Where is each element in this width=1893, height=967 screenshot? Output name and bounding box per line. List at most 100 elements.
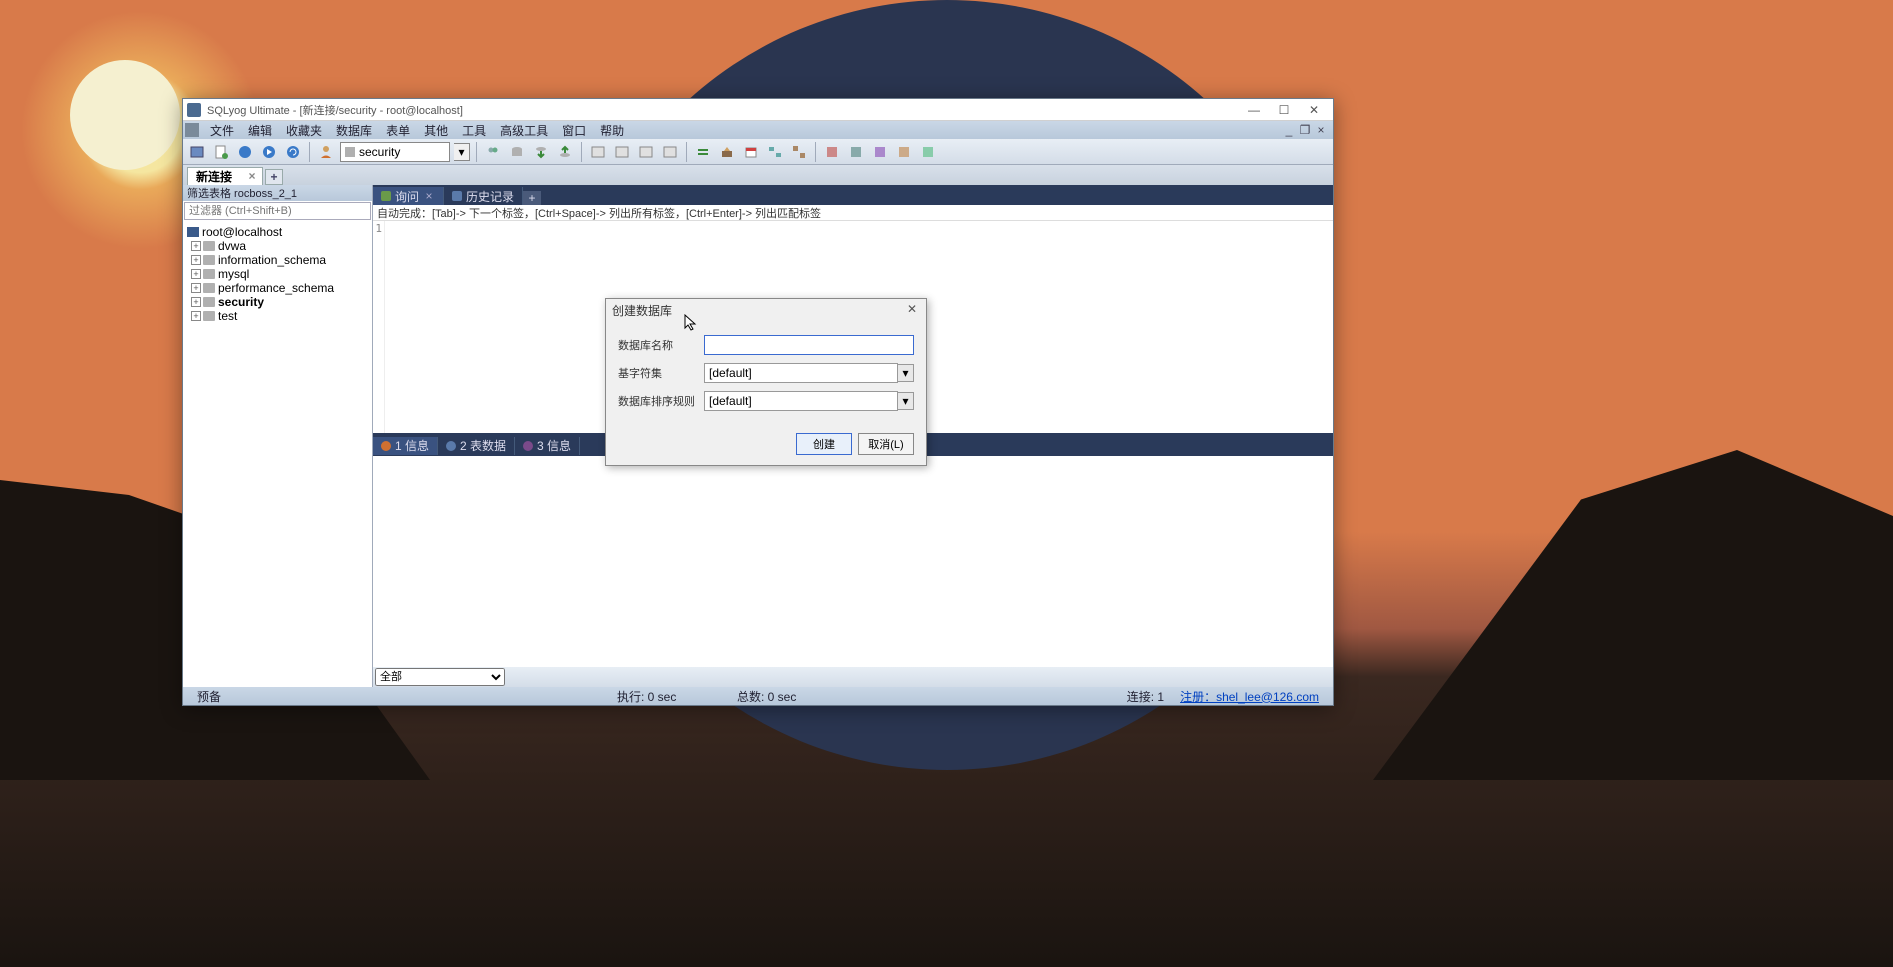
- menu-other[interactable]: 其他: [417, 122, 455, 139]
- filter-label: 筛选表格 rocboss_2_1: [183, 185, 372, 201]
- database-icon: [203, 255, 215, 265]
- collation-select-value: [default]: [709, 394, 752, 408]
- tree-host[interactable]: root@localhost: [185, 225, 370, 239]
- table-icon-4[interactable]: [660, 142, 680, 162]
- object-browser: 筛选表格 rocboss_2_1 root@localhost +dvwa+in…: [183, 185, 373, 687]
- export-icon[interactable]: [531, 142, 551, 162]
- database-selector-arrow[interactable]: ▾: [454, 143, 470, 161]
- mdi-restore-button[interactable]: ❐: [1299, 124, 1311, 136]
- user-icon[interactable]: [316, 142, 336, 162]
- menu-advanced-tools[interactable]: 高级工具: [493, 122, 555, 139]
- tree-db-security[interactable]: +security: [185, 295, 370, 309]
- maximize-button[interactable]: ☐: [1269, 100, 1299, 120]
- expand-icon[interactable]: +: [191, 311, 201, 321]
- titlebar: SQLyog Ultimate - [新连接/security - root@l…: [183, 99, 1333, 121]
- cancel-button[interactable]: 取消(L): [858, 433, 914, 455]
- database-selector[interactable]: security: [340, 142, 450, 162]
- tree-db-test[interactable]: +test: [185, 309, 370, 323]
- import-icon[interactable]: [555, 142, 575, 162]
- table-icon-2[interactable]: [612, 142, 632, 162]
- database-icon: [203, 311, 215, 321]
- results-panel: [373, 456, 1333, 668]
- status-ready: 预备: [189, 688, 609, 705]
- filter-input[interactable]: [184, 202, 371, 220]
- statusbar: 预备 执行: 0 sec 总数: 0 sec 连接: 1 注册：shel_lee…: [183, 687, 1333, 705]
- tree-db-dvwa[interactable]: +dvwa: [185, 239, 370, 253]
- copy-db-icon[interactable]: [507, 142, 527, 162]
- tab-history[interactable]: 历史记录: [444, 187, 523, 205]
- tree-db-performance_schema[interactable]: +performance_schema: [185, 281, 370, 295]
- schema-tree: root@localhost +dvwa+information_schema+…: [183, 221, 372, 687]
- database-icon: [203, 269, 215, 279]
- schedule-icon[interactable]: [741, 142, 761, 162]
- dialog-title: 创建数据库: [612, 302, 672, 319]
- refresh-icon[interactable]: [283, 142, 303, 162]
- globe-icon[interactable]: [235, 142, 255, 162]
- collation-label: 数据库排序规则: [618, 393, 704, 409]
- tree-db-mysql[interactable]: + mysql: [185, 267, 370, 281]
- expand-icon[interactable]: +: [191, 297, 201, 307]
- collation-select[interactable]: [default]: [704, 391, 898, 411]
- menu-edit[interactable]: 编辑: [241, 122, 279, 139]
- status-exec-time: 执行: 0 sec: [609, 688, 729, 705]
- dialog-close-button[interactable]: ✕: [904, 302, 920, 318]
- query-icon: [381, 191, 391, 201]
- menubar: 文件 编辑 收藏夹 数据库 表单 其他 工具 高级工具 窗口 帮助 _ ❐ ×: [183, 121, 1333, 139]
- menu-window[interactable]: 窗口: [555, 122, 593, 139]
- result-tab-info1[interactable]: 1 信息: [373, 437, 438, 455]
- menu-favorites[interactable]: 收藏夹: [279, 122, 329, 139]
- connection-tab[interactable]: 新连接 ×: [187, 167, 263, 185]
- tool-icon-4[interactable]: [894, 142, 914, 162]
- connection-tab-label: 新连接: [196, 168, 232, 185]
- history-icon: [452, 191, 462, 201]
- tab-query-close-icon[interactable]: ×: [423, 189, 435, 203]
- mdi-close-button[interactable]: ×: [1315, 124, 1327, 136]
- table-icon-3[interactable]: [636, 142, 656, 162]
- tool-icon-3[interactable]: [870, 142, 890, 162]
- menu-help[interactable]: 帮助: [593, 122, 631, 139]
- sync-icon[interactable]: [693, 142, 713, 162]
- result-tab-data[interactable]: 2 表数据: [438, 437, 515, 455]
- status-connections: 连接: 1: [1119, 688, 1172, 705]
- users-icon[interactable]: [483, 142, 503, 162]
- add-query-tab-button[interactable]: +: [523, 191, 541, 205]
- tab-query[interactable]: 询问 ×: [373, 187, 444, 205]
- menu-database[interactable]: 数据库: [329, 122, 379, 139]
- result-tab-info2[interactable]: 3 信息: [515, 437, 580, 455]
- charset-select[interactable]: [default]: [704, 363, 898, 383]
- new-query-icon[interactable]: [211, 142, 231, 162]
- new-connection-icon[interactable]: [187, 142, 207, 162]
- menu-table[interactable]: 表单: [379, 122, 417, 139]
- menu-file[interactable]: 文件: [203, 122, 241, 139]
- expand-icon[interactable]: +: [191, 283, 201, 293]
- expand-icon[interactable]: +: [191, 241, 201, 251]
- tool-icon-2[interactable]: [846, 142, 866, 162]
- status-register-link[interactable]: 注册：shel_lee@126.com: [1172, 688, 1327, 705]
- menu-tools[interactable]: 工具: [455, 122, 493, 139]
- minimize-button[interactable]: —: [1239, 100, 1269, 120]
- schema-designer-icon[interactable]: [789, 142, 809, 162]
- db-name-input[interactable]: [704, 335, 914, 355]
- globe-next-icon[interactable]: [259, 142, 279, 162]
- expand-icon[interactable]: +: [191, 269, 201, 279]
- add-connection-button[interactable]: +: [265, 169, 283, 185]
- result-filter-select[interactable]: 全部: [375, 668, 505, 686]
- database-icon: [203, 283, 215, 293]
- collation-select-arrow[interactable]: ▾: [898, 392, 914, 410]
- charset-select-arrow[interactable]: ▾: [898, 364, 914, 382]
- table-icon-1[interactable]: [588, 142, 608, 162]
- create-button[interactable]: 创建: [796, 433, 852, 455]
- backup-icon[interactable]: [717, 142, 737, 162]
- expand-icon[interactable]: +: [191, 255, 201, 265]
- mdi-min-button[interactable]: _: [1283, 124, 1295, 136]
- result-tab-data-label: 2 表数据: [460, 437, 506, 454]
- app-icon: [187, 103, 201, 117]
- toolbar: security ▾: [183, 139, 1333, 165]
- tree-db-information_schema[interactable]: +information_schema: [185, 253, 370, 267]
- tool-icon-5[interactable]: [918, 142, 938, 162]
- tool-icon-1[interactable]: [822, 142, 842, 162]
- tree-db-label: mysql: [218, 267, 249, 281]
- close-button[interactable]: ✕: [1299, 100, 1329, 120]
- connection-tab-close-icon[interactable]: ×: [246, 170, 258, 182]
- query-builder-icon[interactable]: [765, 142, 785, 162]
